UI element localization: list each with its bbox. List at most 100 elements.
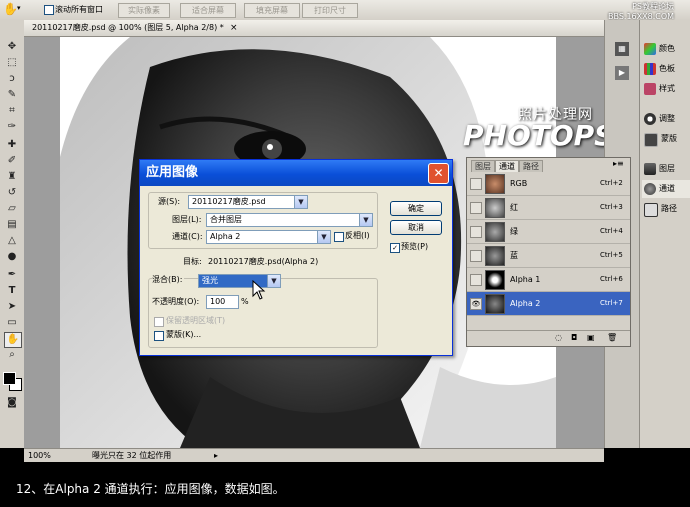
zoom-level-field[interactable]: 100% [28,450,51,462]
dodge-tool-icon[interactable]: ● [4,250,20,264]
brush-tool-icon[interactable]: ✐ [4,154,20,168]
blending-select[interactable]: 强光 ▼ [198,274,281,288]
dock-label-styles: 样式 [659,84,675,93]
channel-name: Alpha 1 [510,275,541,284]
cancel-button[interactable]: 取消 [390,220,442,235]
dialog-title: 应用图像 [146,165,199,180]
visibility-toggle[interactable] [470,274,482,286]
print-size-button[interactable]: 打印尺寸 [302,3,358,18]
visibility-toggle[interactable] [470,250,482,262]
dock-adjustments[interactable]: 调整 [642,110,690,128]
mask-checkbox[interactable] [154,331,164,341]
preserve-transparency-checkbox [154,317,164,327]
visibility-toggle[interactable] [470,226,482,238]
tab-layers[interactable]: 图层 [471,160,495,172]
layer-select[interactable]: 合并图层 ▼ [206,213,373,227]
load-selection-icon[interactable]: ◌ [555,333,562,342]
channel-row-alpha1[interactable]: Alpha 1 Ctrl+6 [467,268,630,292]
dock-styles[interactable]: 样式 [642,80,690,98]
opacity-label: 不透明度(O): [152,297,200,306]
actions-panel-icon[interactable]: ▶ [615,66,629,80]
quick-mask-icon[interactable]: ◙ [4,396,20,410]
path-selection-tool-icon[interactable]: ➤ [4,300,20,314]
tab-paths[interactable]: 路径 [519,160,543,172]
channel-row-alpha2[interactable]: 👁 Alpha 2 Ctrl+7 [467,292,630,316]
tools-panel: ✥ ⬚ ↄ ✎ ⌗ ✑ ✚ ✐ ♜ ↺ ▱ ▤ △ ● ✒ T ➤ ▭ ✋ ⌕ … [0,20,25,448]
channel-row-blue[interactable]: 蓝 Ctrl+5 [467,244,630,268]
chevron-down-icon: ▼ [294,196,307,208]
dock-layers[interactable]: 图层 [642,160,690,178]
actual-pixels-button[interactable]: 实际像素 [118,3,170,18]
visibility-toggle[interactable]: 👁 [470,298,482,310]
blur-tool-icon[interactable]: △ [4,234,20,248]
healing-brush-tool-icon[interactable]: ✚ [4,138,20,152]
dock-label-color: 颜色 [659,44,675,53]
status-menu-icon[interactable]: ▸ [214,450,218,462]
dock-label-swatches: 色板 [659,64,675,73]
dock-masks[interactable]: 蒙版 [642,130,690,148]
apply-image-dialog: 应用图像 ✕ 源(S): 20110217磨皮.psd ▼ 图层(L): 合并图层… [139,159,453,356]
channel-row-rgb[interactable]: RGB Ctrl+2 [467,172,630,196]
source-select[interactable]: 20110217磨皮.psd ▼ [188,195,308,209]
dock-paths[interactable]: 路径 [642,200,690,218]
channel-label: 通道(C): [172,232,203,241]
dock-color[interactable]: 颜色 [642,40,690,58]
dialog-title-bar[interactable]: 应用图像 [140,160,452,186]
shape-tool-icon[interactable]: ▭ [4,316,20,330]
new-channel-icon[interactable]: ▣ [587,333,595,342]
history-brush-tool-icon[interactable]: ↺ [4,186,20,200]
dialog-close-button[interactable]: ✕ [428,163,449,184]
marquee-tool-icon[interactable]: ⬚ [4,56,20,70]
gradient-tool-icon[interactable]: ▤ [4,218,20,232]
tab-channels[interactable]: 通道 [495,160,519,172]
lasso-tool-icon[interactable]: ↄ [4,72,20,86]
channel-name: 绿 [510,227,518,236]
invert-checkbox[interactable] [334,232,344,242]
panel-menu-icon[interactable]: ▸≡ [613,159,624,168]
document-tab[interactable]: 20110217磨皮.psd @ 100% (图层 5, Alpha 2/8) … [24,20,604,37]
opacity-input[interactable]: 100 [206,295,239,309]
layers-icon [644,163,656,175]
eyedropper-tool-icon[interactable]: ✑ [4,120,20,134]
clone-stamp-tool-icon[interactable]: ♜ [4,170,20,184]
fit-screen-button[interactable]: 适合屏幕 [180,3,236,18]
save-selection-icon[interactable]: ◘ [571,333,577,342]
type-tool-icon[interactable]: T [4,284,20,298]
channel-select[interactable]: Alpha 2 ▼ [206,230,331,244]
zoom-tool-icon[interactable]: ⌕ [4,348,20,362]
dock-swatches[interactable]: 色板 [642,60,690,78]
channel-shortcut: Ctrl+4 [600,227,623,235]
move-tool-icon[interactable]: ✥ [4,40,20,54]
masks-icon [644,133,658,147]
channels-panel-footer: ◌ ◘ ▣ 🗑 [467,330,630,346]
channel-row-red[interactable]: 红 Ctrl+3 [467,196,630,220]
delete-channel-icon[interactable]: 🗑 [607,333,617,342]
history-panel-icon[interactable]: ▦ [615,42,629,56]
preview-checkbox[interactable]: ✓ [390,243,400,253]
tool-preset-dropdown-icon[interactable]: ▾ [17,4,21,12]
scroll-all-windows-checkbox[interactable] [44,5,54,15]
hand-tool-icon[interactable]: ✋ [3,2,18,16]
channel-thumbnail [485,174,505,194]
visibility-toggle[interactable] [470,202,482,214]
crop-tool-icon[interactable]: ⌗ [4,104,20,118]
status-info-text: 曝光只在 32 位起作用 [92,451,172,460]
fill-screen-button[interactable]: 填充屏幕 [244,3,300,18]
eraser-tool-icon[interactable]: ▱ [4,202,20,216]
channel-thumbnail [485,198,505,218]
dock-label-masks: 蒙版 [661,134,677,143]
channel-row-green[interactable]: 绿 Ctrl+4 [467,220,630,244]
preview-label: 预览(P) [401,242,429,251]
pen-tool-icon[interactable]: ✒ [4,268,20,282]
chevron-down-icon: ▼ [317,231,330,243]
opacity-value: 100 [210,297,226,306]
visibility-toggle[interactable] [470,178,482,190]
ok-button[interactable]: 确定 [390,201,442,216]
channel-shortcut: Ctrl+6 [600,275,623,283]
hand-tool-panel-icon[interactable]: ✋ [4,332,22,348]
dock-channels[interactable]: 通道 [642,180,690,198]
document-close-icon[interactable]: × [230,22,238,34]
quick-select-tool-icon[interactable]: ✎ [4,88,20,102]
layer-label: 图层(L): [172,215,202,224]
foreground-color-swatch[interactable] [3,372,16,385]
